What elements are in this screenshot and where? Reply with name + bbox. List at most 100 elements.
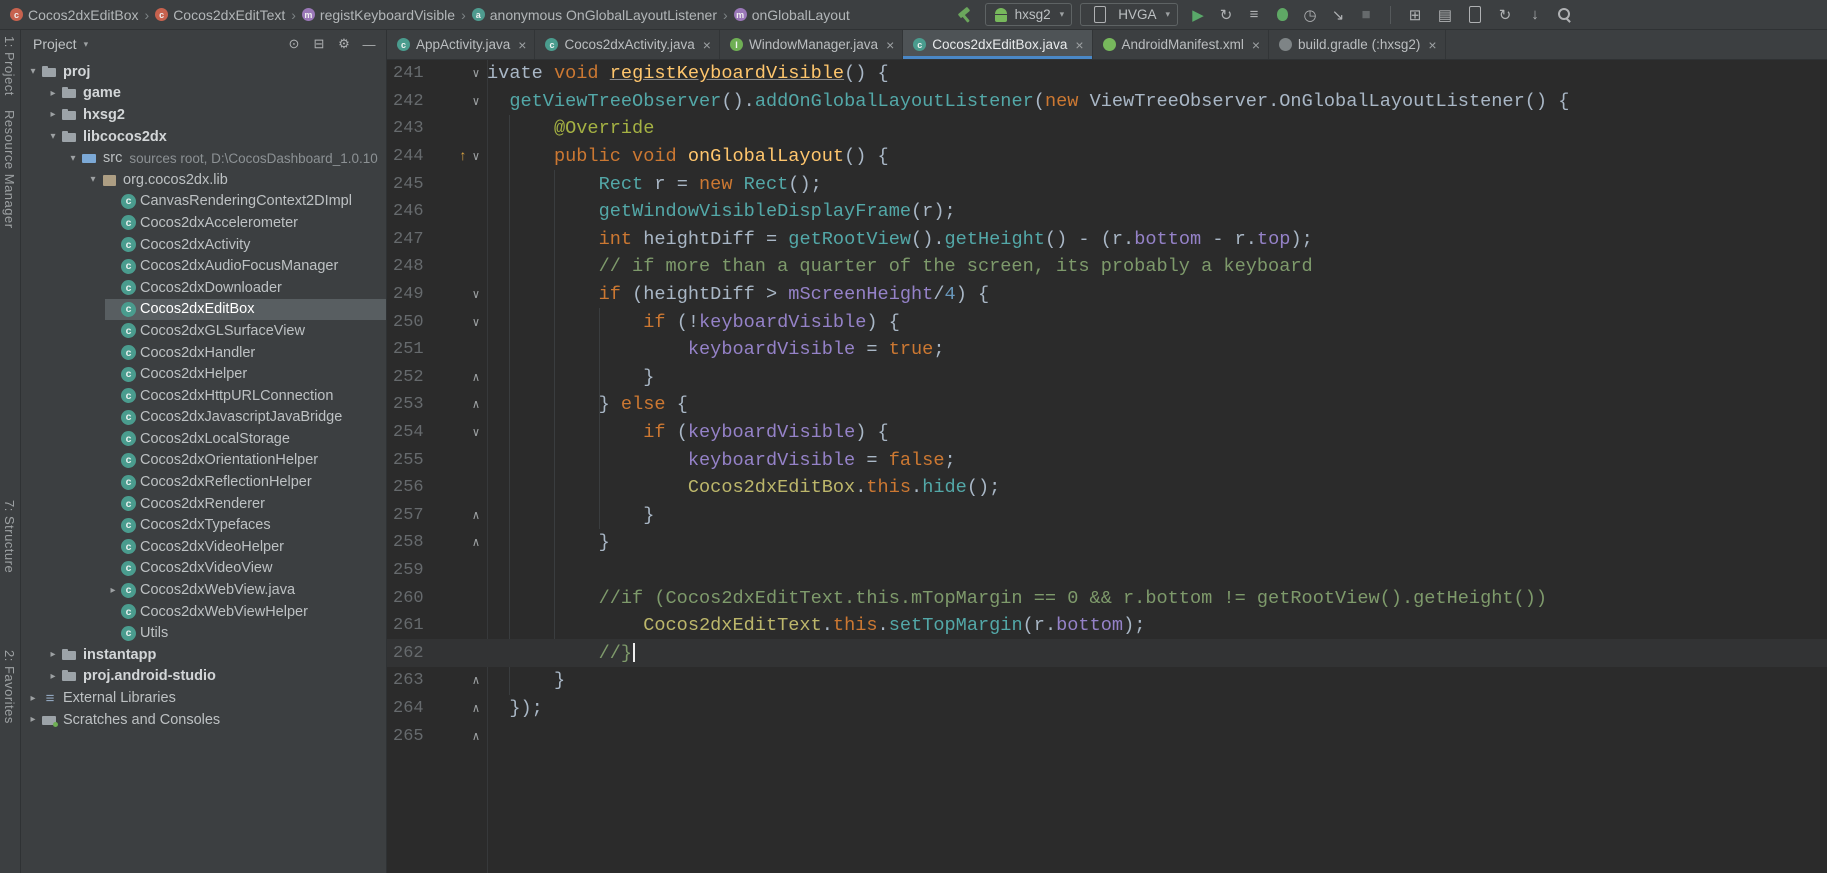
expand-right-icon[interactable]: ▸ [105, 585, 121, 596]
tool-stripe-favorites[interactable]: 2: Favorites [2, 650, 17, 724]
editor-tab[interactable]: c Cocos2dxActivity.java × [535, 30, 720, 59]
close-tab-icon[interactable]: × [518, 37, 526, 53]
close-tab-icon[interactable]: × [1075, 37, 1083, 53]
line-number[interactable]: 247 [387, 230, 431, 249]
tree-item[interactable]: c Cocos2dxReflectionHelper [21, 471, 386, 493]
sync-project-icon[interactable]: ↻ [1493, 4, 1517, 26]
line-number[interactable]: 245 [387, 175, 431, 194]
tree-item[interactable]: ▸ Scratches and Consoles [21, 709, 386, 731]
tree-item[interactable]: ▸ instantapp [21, 644, 386, 666]
locate-file-icon[interactable]: ⊙ [283, 34, 305, 54]
code-line[interactable]: 249 ∨ if (heightDiff > mScreenHeight/4) { [387, 281, 1827, 309]
fold-collapse-icon[interactable]: ∨ [469, 94, 483, 109]
chevron-down-icon[interactable]: ▾ [84, 39, 89, 50]
tree-item[interactable]: c Cocos2dxAccelerometer [21, 212, 386, 234]
code-editor[interactable]: 241 ∨ ivate void registKeyboardVisible() {… [387, 60, 1827, 873]
line-number[interactable]: 257 [387, 506, 431, 525]
layout-inspector-icon[interactable]: ⊞ [1403, 4, 1427, 26]
line-number[interactable]: 248 [387, 257, 431, 276]
tree-item[interactable]: c Cocos2dxActivity [21, 234, 386, 256]
editor-tab[interactable]: c Cocos2dxEditBox.java × [903, 30, 1093, 59]
fold-expand-icon[interactable]: ∧ [469, 673, 483, 688]
breadcrumb-item[interactable]: a anonymous OnGlobalLayoutListener [470, 7, 719, 23]
tree-item[interactable]: c Cocos2dxTypefaces [21, 514, 386, 536]
tool-stripe-resource-manager[interactable]: Resource Manager [2, 110, 17, 229]
code-line[interactable]: 262 //} [387, 639, 1827, 668]
tree-item[interactable]: ▾ org.cocos2dx.lib [21, 169, 386, 191]
code-line[interactable]: 251 keyboardVisible = true; [387, 336, 1827, 364]
tree-item[interactable]: ▸ proj.android-studio [21, 666, 386, 688]
fold-expand-icon[interactable]: ∧ [469, 729, 483, 744]
close-tab-icon[interactable]: × [1252, 37, 1260, 53]
editor-tab[interactable]: I WindowManager.java × [720, 30, 904, 59]
code-line[interactable]: 258 ∧} [387, 529, 1827, 557]
line-number[interactable]: 246 [387, 202, 431, 221]
line-number[interactable]: 259 [387, 561, 431, 580]
code-line[interactable]: 261 Cocos2dxEditText.this.setTopMargin(r.… [387, 612, 1827, 640]
settings-gear-icon[interactable]: ⚙ [333, 34, 355, 54]
expand-down-icon[interactable]: ▾ [45, 131, 61, 142]
code-line[interactable]: 243 @Override [387, 115, 1827, 143]
editor-tab[interactable]: build.gradle (:hxsg2) × [1269, 30, 1446, 59]
tree-item[interactable]: c Cocos2dxVideoHelper [21, 536, 386, 558]
code-line[interactable]: 248 // if more than a quarter of the scre… [387, 253, 1827, 281]
editor-tab[interactable]: AndroidManifest.xml × [1093, 30, 1270, 59]
device-manager-icon[interactable] [1463, 4, 1487, 26]
fold-collapse-icon[interactable]: ∨ [469, 66, 483, 81]
code-line[interactable]: 253 ∧} else { [387, 391, 1827, 419]
tree-item[interactable]: c CanvasRenderingContext2DImpl [21, 191, 386, 213]
tree-item[interactable]: c Cocos2dxDownloader [21, 277, 386, 299]
line-number[interactable]: 260 [387, 589, 431, 608]
line-number[interactable]: 262 [387, 644, 431, 663]
tree-item[interactable]: ▸ game [21, 83, 386, 105]
line-number[interactable]: 241 [387, 64, 431, 83]
tree-item[interactable]: c Cocos2dxOrientationHelper [21, 450, 386, 472]
collapse-all-icon[interactable]: ⊟ [308, 34, 330, 54]
expand-right-icon[interactable]: ▸ [45, 671, 61, 682]
line-number[interactable]: 243 [387, 119, 431, 138]
run-configurations-icon[interactable]: ≡ [1242, 4, 1266, 26]
tree-item[interactable]: ▾ libcocos2dx [21, 126, 386, 148]
code-line[interactable]: 247 int heightDiff = getRootView().getHei… [387, 226, 1827, 254]
code-line[interactable]: 254 ∨ if (keyboardVisible) { [387, 419, 1827, 447]
expand-down-icon[interactable]: ▾ [85, 174, 101, 185]
fold-collapse-icon[interactable]: ∨ [469, 315, 483, 330]
attach-debugger-icon[interactable]: ↘ [1326, 4, 1350, 26]
line-number[interactable]: 258 [387, 533, 431, 552]
tree-item[interactable]: c Cocos2dxAudioFocusManager [21, 255, 386, 277]
code-line[interactable]: 244 ↑ ∨ public void onGlobalLayout() { [387, 143, 1827, 171]
expand-down-icon[interactable]: ▾ [25, 66, 41, 77]
code-line[interactable]: 245 Rect r = new Rect(); [387, 170, 1827, 198]
code-line[interactable]: 255 keyboardVisible = false; [387, 446, 1827, 474]
build-icon[interactable] [953, 4, 977, 26]
code-line[interactable]: 260 //if (Cocos2dxEditText.this.mTopMargi… [387, 584, 1827, 612]
logcat-icon[interactable]: ▤ [1433, 4, 1457, 26]
line-number[interactable]: 250 [387, 313, 431, 332]
fold-expand-icon[interactable]: ∧ [469, 508, 483, 523]
tree-item[interactable]: c Cocos2dxVideoView [21, 558, 386, 580]
stop-button[interactable]: ■ [1354, 4, 1378, 26]
debug-button[interactable] [1270, 4, 1294, 26]
line-number[interactable]: 255 [387, 451, 431, 470]
close-tab-icon[interactable]: × [886, 37, 894, 53]
tree-item[interactable]: ▸ ≡ External Libraries [21, 687, 386, 709]
fold-collapse-icon[interactable]: ∨ [469, 425, 483, 440]
fold-expand-icon[interactable]: ∧ [469, 370, 483, 385]
code-line[interactable]: 265 ∧ [387, 722, 1827, 750]
tree-item[interactable]: c Cocos2dxHandler [21, 342, 386, 364]
tree-item[interactable]: c Cocos2dxLocalStorage [21, 428, 386, 450]
line-number[interactable]: 251 [387, 340, 431, 359]
tree-item[interactable]: c Cocos2dxJavascriptJavaBridge [21, 407, 386, 429]
line-number[interactable]: 256 [387, 478, 431, 497]
fold-expand-icon[interactable]: ∧ [469, 397, 483, 412]
line-number[interactable]: 253 [387, 395, 431, 414]
line-number[interactable]: 265 [387, 727, 431, 746]
fold-expand-icon[interactable]: ∧ [469, 701, 483, 716]
tree-item[interactable]: c Cocos2dxEditBox [21, 298, 386, 321]
expand-down-icon[interactable]: ▾ [65, 153, 81, 164]
line-number[interactable]: 249 [387, 285, 431, 304]
fold-collapse-icon[interactable]: ∨ [469, 287, 483, 302]
close-tab-icon[interactable]: × [1428, 37, 1436, 53]
editor-tab[interactable]: c AppActivity.java × [387, 30, 536, 59]
tree-item[interactable]: c Cocos2dxGLSurfaceView [21, 320, 386, 342]
